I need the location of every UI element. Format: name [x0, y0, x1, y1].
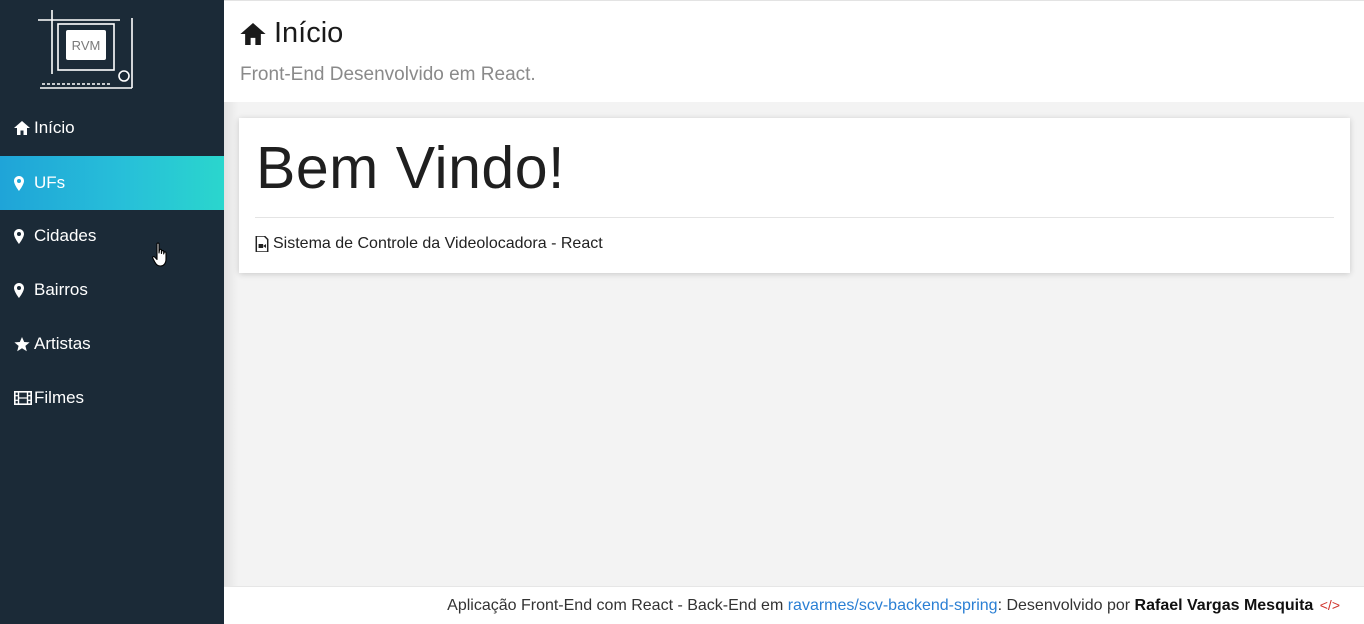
footer-text: Aplicação Front-End com React - Back-End…	[447, 597, 1340, 615]
welcome-text-label: Sistema de Controle da Videolocadora - R…	[273, 235, 603, 252]
page-title-text: Início	[274, 17, 344, 49]
logo-text: RVM	[72, 38, 101, 53]
divider	[255, 217, 1334, 218]
page-header: Início Front-End Desenvolvido em React.	[224, 0, 1364, 102]
star-icon	[14, 335, 32, 353]
logo[interactable]: RVM	[0, 0, 224, 102]
author-name: Rafael Vargas Mesquita	[1134, 597, 1314, 614]
footer-prefix: Aplicação Front-End com React - Back-End…	[447, 597, 788, 614]
sidebar-item-label: Filmes	[34, 388, 85, 407]
sidebar-item-ufs[interactable]: UFs	[0, 156, 224, 210]
sidebar-item-label: Início	[34, 118, 75, 137]
welcome-heading: Bem Vindo!	[256, 135, 565, 201]
welcome-card: Bem Vindo! Sistema de Controle da Videol…	[239, 118, 1350, 273]
sidebar: RVM Início UFs Cidades Bairros Artistas	[0, 0, 224, 624]
welcome-text: Sistema de Controle da Videolocadora - R…	[255, 235, 603, 253]
home-icon	[14, 119, 32, 137]
backend-repo-link[interactable]: ravarmes/scv-backend-spring	[788, 597, 998, 614]
page-title: Início	[240, 17, 343, 50]
logo-icon: RVM	[38, 10, 133, 89]
sidebar-item-label: Cidades	[34, 226, 97, 245]
film-icon	[14, 389, 32, 407]
sidebar-item-bairros[interactable]: Bairros	[0, 263, 224, 317]
file-video-icon	[255, 236, 269, 252]
hand-cursor-icon	[152, 242, 167, 267]
map-marker-icon	[14, 227, 32, 245]
page-subtitle: Front-End Desenvolvido em React.	[240, 64, 536, 85]
sidebar-item-label: UFs	[34, 173, 66, 192]
footer: Aplicação Front-End com React - Back-End…	[224, 586, 1364, 624]
sidebar-item-artistas[interactable]: Artistas	[0, 317, 224, 371]
map-marker-icon	[14, 174, 32, 192]
sidebar-item-filmes[interactable]: Filmes	[0, 371, 224, 425]
sidebar-item-inicio[interactable]: Início	[0, 101, 224, 155]
footer-middle: : Desenvolvido por	[997, 597, 1135, 614]
sidebar-item-cidades[interactable]: Cidades	[0, 209, 224, 263]
home-icon	[240, 22, 266, 45]
sidebar-item-label: Artistas	[34, 334, 91, 353]
code-icon: </>	[1319, 597, 1340, 613]
sidebar-item-label: Bairros	[34, 280, 88, 299]
map-marker-icon	[14, 281, 32, 299]
content-shadow	[224, 102, 238, 586]
